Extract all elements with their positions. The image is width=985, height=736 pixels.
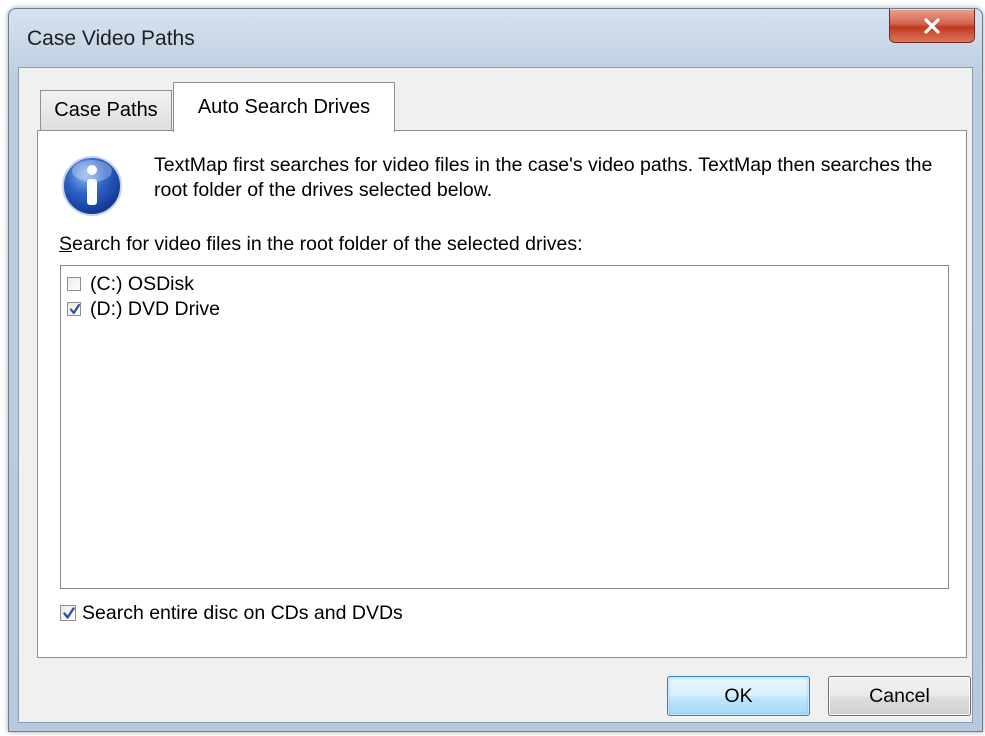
checkmark-icon bbox=[63, 607, 75, 619]
close-button[interactable] bbox=[889, 9, 975, 43]
info-icon bbox=[60, 153, 124, 217]
tab-auto-search-drives-label: Auto Search Drives bbox=[197, 96, 371, 118]
tab-panel: TextMap first searches for video files i… bbox=[37, 130, 967, 658]
search-entire-disc-option[interactable]: Search entire disc on CDs and DVDs bbox=[60, 599, 403, 627]
info-message: TextMap first searches for video files i… bbox=[154, 154, 933, 201]
drive-list-label-text: earch for video files in the root folder… bbox=[72, 233, 583, 255]
drive-list-label: Search for video files in the root folde… bbox=[59, 233, 583, 256]
list-item-drive-c[interactable]: (C:) OSDisk bbox=[67, 272, 194, 296]
cancel-button[interactable]: Cancel bbox=[828, 676, 971, 716]
drive-list-label-accesskey: S bbox=[59, 233, 73, 255]
title-bar[interactable]: Case Video Paths bbox=[9, 9, 982, 67]
tab-auto-search-drives[interactable]: Auto Search Drives bbox=[173, 82, 395, 132]
cancel-button-label: Cancel bbox=[869, 684, 930, 707]
checkbox-drive-c[interactable] bbox=[67, 277, 81, 291]
window-title: Case Video Paths bbox=[27, 27, 195, 50]
checkbox-drive-d[interactable] bbox=[67, 302, 81, 316]
search-entire-disc-label: Search entire disc on CDs and DVDs bbox=[82, 601, 403, 624]
drive-d-label: (D:) DVD Drive bbox=[90, 297, 220, 320]
dialog-window: Case Video Paths Case Paths Auto Search … bbox=[8, 8, 983, 732]
dialog-client-area: Case Paths Auto Search Drives TextMap fi… bbox=[18, 67, 973, 723]
list-item-drive-d[interactable]: (D:) DVD Drive bbox=[67, 297, 220, 321]
ok-button[interactable]: OK bbox=[667, 676, 810, 716]
drive-list[interactable]: (C:) OSDisk (D:) DVD Drive bbox=[60, 265, 949, 589]
tab-case-paths[interactable]: Case Paths bbox=[40, 90, 172, 130]
ok-button-label: OK bbox=[724, 684, 753, 707]
checkbox-search-entire-disc[interactable] bbox=[60, 605, 76, 621]
drive-c-label: (C:) OSDisk bbox=[90, 272, 194, 295]
tab-case-paths-label: Case Paths bbox=[54, 99, 158, 121]
close-icon bbox=[923, 17, 941, 34]
checkmark-icon bbox=[69, 303, 81, 315]
